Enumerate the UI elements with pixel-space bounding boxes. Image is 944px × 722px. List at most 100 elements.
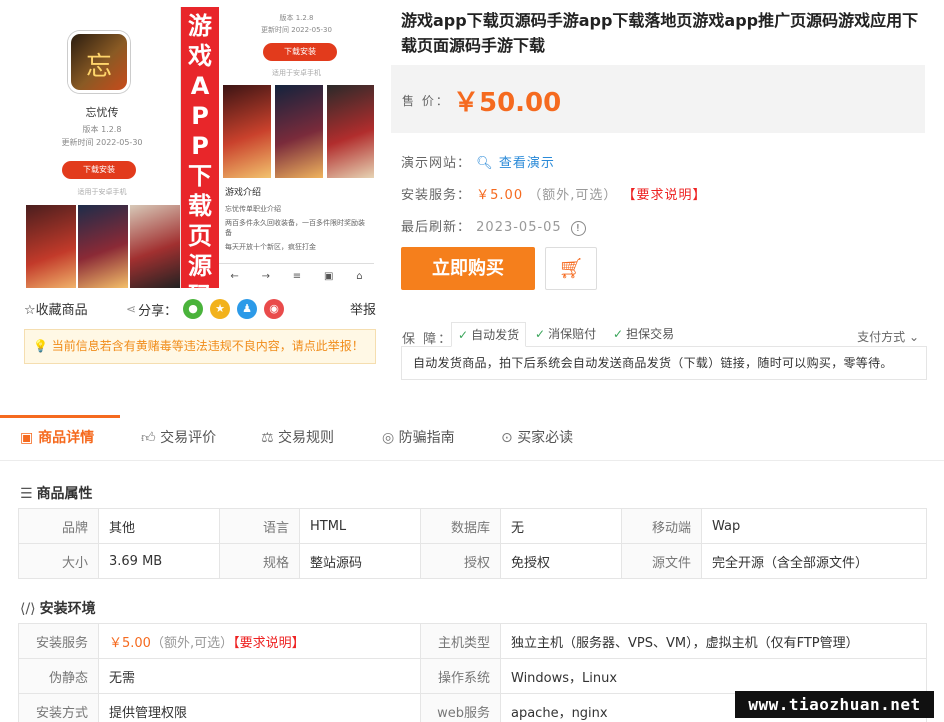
game-screenshot <box>78 205 128 288</box>
attr-key: 语言 <box>219 508 300 544</box>
fit-note: 适用于安卓手机 <box>272 69 321 77</box>
cart-icon: 🛒︎ <box>558 256 584 280</box>
chevron-down-icon: ⌄ <box>908 330 919 344</box>
attr-key: 授权 <box>420 543 501 579</box>
guarantee-tag-label: 自动发货 <box>471 328 520 342</box>
app-updated: 更新时间 2022-05-30 <box>261 26 332 34</box>
banner-char: 码 <box>181 281 219 288</box>
game-screenshot <box>26 205 76 288</box>
wechat-icon[interactable]: ● <box>183 299 204 319</box>
tab-trade-rules[interactable]: ⚖︎ 交易规则 <box>261 415 334 461</box>
attr-key: 大小 <box>18 543 99 579</box>
guarantee-tag-label: 担保交易 <box>626 327 675 341</box>
price-box: 售 价： ￥50.00 <box>391 65 925 133</box>
check-icon: ✓ <box>535 327 546 341</box>
banner-char: P <box>191 102 209 130</box>
browser-nav-bar: ← → ≡ ▣ ⌂ <box>219 263 374 288</box>
demo-link[interactable]: 查看演示 <box>499 156 555 171</box>
report-link[interactable]: 举报 <box>350 299 376 318</box>
attr-value: 免授权 <box>500 543 622 579</box>
back-arrow-icon: ← <box>230 270 239 282</box>
guarantee-tab-escrow[interactable]: ✓ 担保交易 <box>607 322 680 347</box>
guarantee-tab-auto-delivery[interactable]: ✓ 自动发货 <box>451 322 527 347</box>
tab-reviews[interactable]: 👍︎ 交易评价 <box>141 415 216 461</box>
lightbulb-icon: 💡 <box>33 339 48 353</box>
env-key: 安装服务 <box>18 623 99 659</box>
demo-row: 演示网站： 🔍︎ 查看演示 <box>401 152 555 171</box>
table-row: 品牌 其他 语言 HTML 数据库 无 移动端 Wap <box>18 508 927 544</box>
weibo-icon[interactable]: ◉ <box>264 299 285 319</box>
attr-key: 源文件 <box>621 543 702 579</box>
tab-label: 交易规则 <box>278 430 335 446</box>
attr-key: 品牌 <box>18 508 99 544</box>
buy-now-button[interactable]: 立即购买 <box>401 247 535 290</box>
guarantee-tag-label: 消保赔付 <box>548 327 597 341</box>
intro-line: 每天开放十个新区，疯狂打金 <box>225 243 316 251</box>
attr-value: 整站源码 <box>299 543 421 579</box>
environment-section-title: ⟨/⟩ 安装环境 <box>20 598 96 618</box>
tab-label: 商品详情 <box>38 430 95 446</box>
shield-icon: ◎ <box>382 430 395 446</box>
add-to-cart-button[interactable]: 🛒︎ <box>545 247 597 290</box>
game-screenshot <box>130 205 180 288</box>
app-version: 版本 1.2.8 <box>82 125 122 134</box>
menu-icon: ≡ <box>292 270 302 282</box>
app-version: 版本 1.2.8 <box>279 14 314 22</box>
game-screenshot <box>327 85 374 178</box>
game-screenshot <box>275 85 323 178</box>
search-icon: 🔍︎ <box>476 156 494 171</box>
service-requirements-link[interactable]: 【要求说明】 <box>623 188 707 203</box>
star-share-icon[interactable]: ★ <box>210 299 231 319</box>
env-value: Windows，Linux <box>500 658 927 694</box>
attr-key: 数据库 <box>420 508 501 544</box>
code-icon: ⟨/⟩ <box>20 601 36 617</box>
banner-char: 戏 <box>188 42 212 70</box>
price-value: ￥50.00 <box>453 88 562 118</box>
tab-product-details[interactable]: ▣ 商品详情 <box>20 415 94 461</box>
attr-value: 完全开源（含全部源文件） <box>701 543 927 579</box>
info-icon[interactable]: ! <box>570 221 586 236</box>
eye-icon: ⊙ <box>501 430 513 446</box>
product-title: 游戏app下载页源码手游app下载落地页游戏app推广页源码游戏应用下载页面源码… <box>401 11 919 55</box>
favorite-link[interactable]: ☆收藏商品 <box>24 299 88 318</box>
share-icon: ⋖ <box>126 302 137 316</box>
service-requirements-link[interactable]: 【要求说明】 <box>233 636 305 651</box>
game-screenshot <box>223 85 271 178</box>
attr-key: 规格 <box>219 543 300 579</box>
tab-anti-fraud[interactable]: ◎ 防骗指南 <box>382 415 455 461</box>
table-row: 安装服务 ￥5.00（额外,可选）【要求说明】 主机类型 独立主机（服务器、VP… <box>18 623 927 659</box>
share-label: 分享： <box>138 303 178 319</box>
banner-char: 游 <box>188 12 212 40</box>
payment-method-dropdown[interactable]: 支付方式 ⌄ <box>857 328 919 345</box>
qq-icon[interactable]: ♟ <box>237 299 258 319</box>
tab-label: 买家必读 <box>517 430 574 446</box>
intro-line: 忘忧传单职业介绍 <box>225 205 281 213</box>
banner-char: P <box>191 132 209 160</box>
env-value: 提供管理权限 <box>98 693 421 722</box>
check-icon: ✓ <box>458 328 469 342</box>
attributes-section-title: ☰ 商品属性 <box>20 483 93 503</box>
attributes-table: 品牌 其他 语言 HTML 数据库 无 移动端 Wap 大小 3.69 MB 规… <box>18 508 927 579</box>
check-icon: ✓ <box>613 327 624 341</box>
env-key: 操作系统 <box>420 658 501 694</box>
env-key: web服务 <box>420 693 501 722</box>
app-name: 忘忧传 <box>85 106 119 119</box>
report-notice[interactable]: 💡 当前信息若含有黄赌毒等违法违规不良内容，请点此举报！ <box>24 329 376 364</box>
product-icon: ▣ <box>20 430 34 446</box>
list-icon: ☰ <box>20 486 33 502</box>
share-group: ⋖ 分享： ● ★ ♟ ◉ <box>126 299 291 319</box>
guarantee-tab-compensation[interactable]: ✓ 消保赔付 <box>529 322 602 347</box>
tab-label: 交易评价 <box>160 430 217 446</box>
env-value: 无需 <box>98 658 421 694</box>
guarantee-description: 自动发货商品，拍下后系统会自动发送商品发货（下载）链接，随时可以购买，零等待。 <box>401 346 927 380</box>
tab-buyer-notes[interactable]: ⊙ 买家必读 <box>501 415 573 461</box>
scale-icon: ⚖︎ <box>261 430 274 446</box>
forward-arrow-icon: → <box>261 270 270 282</box>
attr-value: 3.69 MB <box>98 543 220 579</box>
banner-char: 页 <box>188 222 212 250</box>
product-gallery[interactable]: 忘忧传 版本 1.2.8 更新时间 2022-05-30 下载安装 适用于安卓手… <box>24 7 374 288</box>
intro-title: 游戏介绍 <box>225 188 262 198</box>
gallery-actions: ☆收藏商品 ⋖ 分享： ● ★ ♟ ◉ 举报 <box>24 298 376 319</box>
home-icon: ⌂ <box>356 270 363 282</box>
demo-label: 演示网站： <box>401 156 472 171</box>
